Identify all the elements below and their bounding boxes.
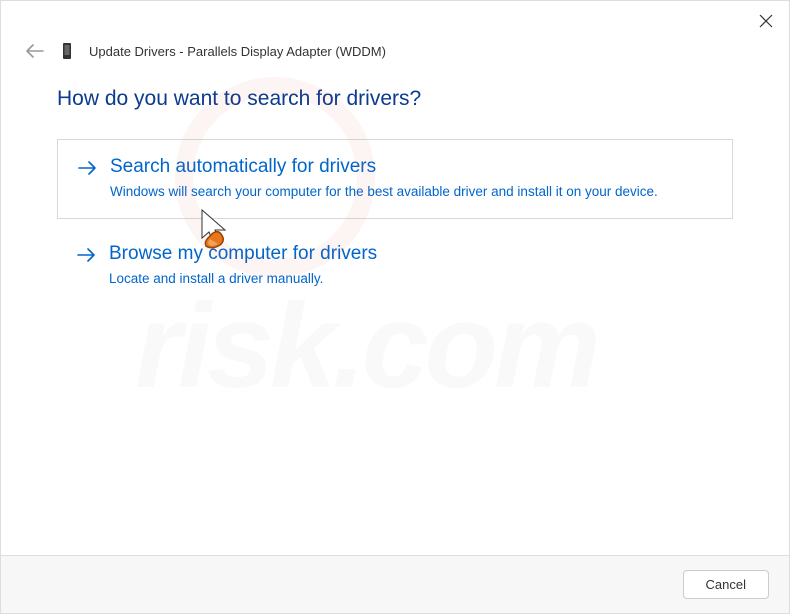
option-text: Search automatically for drivers Windows… <box>110 156 712 202</box>
content-area: How do you want to search for drivers? S… <box>1 69 789 555</box>
option-description: Locate and install a driver manually. <box>109 269 713 289</box>
option-browse-computer[interactable]: Browse my computer for drivers Locate an… <box>57 243 733 289</box>
cancel-button[interactable]: Cancel <box>683 570 769 599</box>
option-text: Browse my computer for drivers Locate an… <box>109 243 713 289</box>
option-search-automatically[interactable]: Search automatically for drivers Windows… <box>57 139 733 219</box>
arrow-right-icon <box>77 247 97 268</box>
option-description: Windows will search your computer for th… <box>110 182 712 202</box>
window-title: Update Drivers - Parallels Display Adapt… <box>89 44 386 59</box>
close-icon <box>759 14 773 28</box>
main-question: How do you want to search for drivers? <box>57 87 733 111</box>
option-title: Search automatically for drivers <box>110 156 712 178</box>
titlebar <box>1 1 789 41</box>
back-button[interactable] <box>25 41 45 61</box>
dialog-window: risk.com Update Drivers - Parallels Disp… <box>0 0 790 614</box>
device-icon <box>59 41 75 61</box>
back-arrow-icon <box>26 44 44 58</box>
arrow-right-icon <box>78 160 98 181</box>
header-row: Update Drivers - Parallels Display Adapt… <box>1 41 789 69</box>
close-button[interactable] <box>755 10 777 32</box>
footer: Cancel <box>1 555 789 613</box>
option-title: Browse my computer for drivers <box>109 243 713 265</box>
